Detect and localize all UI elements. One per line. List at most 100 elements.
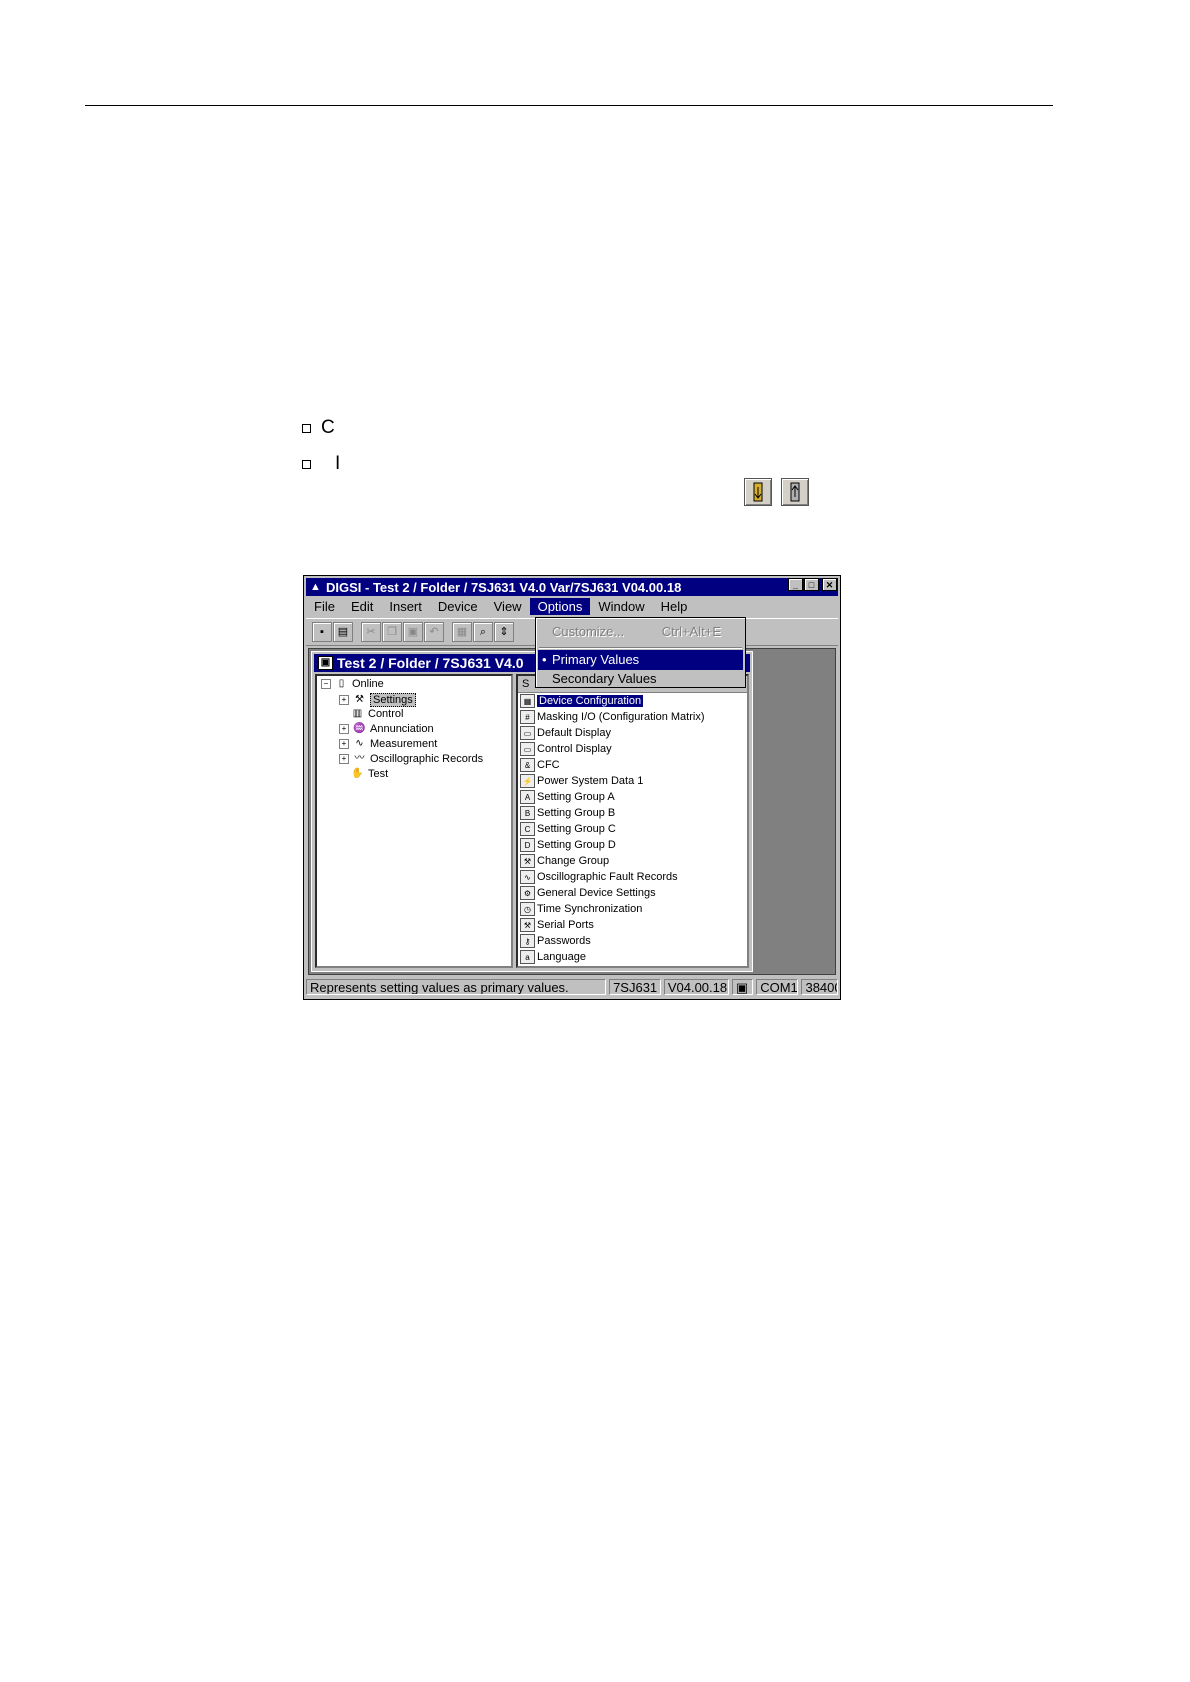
navigation-tree: − ▯ Online + ⚒ Settings ▥ Control + ♒ An… <box>315 674 513 968</box>
setting-group-a-icon: A <box>520 790 535 804</box>
control-display-icon: ▭ <box>520 742 535 756</box>
transfer-up-icon <box>781 478 809 506</box>
menu-options[interactable]: Options <box>529 598 591 615</box>
general-settings-icon: ⚙ <box>520 886 535 900</box>
device-child-window: ▣ Test 2 / Folder / 7SJ631 V4.0 − ▯ Onli… <box>311 651 753 972</box>
list-item-language[interactable]: a Language <box>520 949 586 965</box>
list-item-setting-group-c[interactable]: C Setting Group C <box>520 821 616 837</box>
bullet-item-2: I <box>302 453 340 475</box>
options-dropdown-menu: Customize... Ctrl+Alt+E • Primary Values… <box>535 617 746 688</box>
menu-item-customize[interactable]: Customize... Ctrl+Alt+E <box>538 622 743 642</box>
list-item-general-device-settings[interactable]: ⚙ General Device Settings <box>520 885 656 901</box>
settings-tool-icon: ⚒ <box>355 694 364 705</box>
status-bar: Represents setting values as primary val… <box>306 977 839 997</box>
header-rule <box>85 105 1053 106</box>
list-item-setting-group-a[interactable]: A Setting Group A <box>520 789 615 805</box>
list-item-serial-ports[interactable]: ⚒ Serial Ports <box>520 917 594 933</box>
collapse-icon[interactable]: − <box>321 679 331 689</box>
status-device: 7SJ631 <box>609 979 661 995</box>
oscillograph-icon: 〰 <box>354 753 365 764</box>
close-icon[interactable]: ✕ <box>822 578 837 591</box>
search-icon[interactable]: ⌕ <box>473 622 493 642</box>
list-item-control-display[interactable]: ▭ Control Display <box>520 741 612 757</box>
transfer-down-icon <box>744 478 772 506</box>
menu-file[interactable]: File <box>306 598 343 615</box>
expand-icon[interactable]: + <box>339 724 349 734</box>
list-item-oscillographic-fault-records[interactable]: ∿ Oscillographic Fault Records <box>520 869 678 885</box>
window-controls: _ □ ✕ <box>788 578 837 591</box>
menu-edit[interactable]: Edit <box>343 598 381 615</box>
setting-group-b-icon: B <box>520 806 535 820</box>
connection-icon: ▣ <box>731 979 754 995</box>
tree-node-oscillographic-records[interactable]: + 〰 Oscillographic Records <box>339 753 483 765</box>
transfer-icon[interactable]: ⇕ <box>494 622 514 642</box>
annunciation-icon: ♒ <box>353 723 366 734</box>
bullet-text: C <box>321 417 335 438</box>
menu-help[interactable]: Help <box>653 598 696 615</box>
print-icon[interactable]: ▤ <box>333 622 353 642</box>
cut-icon[interactable]: ✂ <box>361 622 381 642</box>
device-icon[interactable]: ▦ <box>452 622 472 642</box>
copy-icon[interactable]: ❐ <box>382 622 402 642</box>
tree-node-settings[interactable]: + ⚒ Settings <box>339 693 416 707</box>
tree-node-measurement[interactable]: + ∿ Measurement <box>339 738 437 750</box>
maximize-icon[interactable]: □ <box>804 578 819 591</box>
tree-node-annunciation[interactable]: + ♒ Annunciation <box>339 723 434 735</box>
list-item-masking-io[interactable]: # Masking I/O (Configuration Matrix) <box>520 709 705 725</box>
window-titlebar[interactable]: ▲ DIGSI - Test 2 / Folder / 7SJ631 V4.0 … <box>306 578 838 596</box>
list-item-passwords[interactable]: ⚷ Passwords <box>520 933 591 949</box>
menu-item-secondary-values[interactable]: Secondary Values <box>538 669 743 689</box>
menu-bar: File Edit Insert Device View Options Win… <box>306 597 838 616</box>
bullet-text: I <box>335 453 341 474</box>
paste-icon[interactable]: ▣ <box>403 622 423 642</box>
key-icon: ⚷ <box>520 934 535 948</box>
matrix-icon: # <box>520 710 535 724</box>
expand-icon[interactable]: + <box>339 754 349 764</box>
list-item-time-synchronization[interactable]: ◷ Time Synchronization <box>520 901 642 917</box>
measurement-icon: ∿ <box>355 738 364 749</box>
status-port: COM1 <box>756 979 799 995</box>
bullet-item-1: C <box>302 417 335 439</box>
digsi-window: ▲ DIGSI - Test 2 / Folder / 7SJ631 V4.0 … <box>303 575 841 1000</box>
status-baud: 38400 <box>801 979 839 995</box>
device-doc-icon: ▣ <box>318 656 333 670</box>
status-message: Represents setting values as primary val… <box>306 979 607 995</box>
display-icon: ▭ <box>520 726 535 740</box>
checkbox-bullet-icon <box>302 423 311 433</box>
clock-icon: ◷ <box>520 902 535 916</box>
mdi-client-area: ▣ Test 2 / Folder / 7SJ631 V4.0 − ▯ Onli… <box>308 648 836 975</box>
menu-item-primary-values[interactable]: • Primary Values <box>538 650 743 670</box>
setting-group-d-icon: D <box>520 838 535 852</box>
list-item-setting-group-b[interactable]: B Setting Group B <box>520 805 615 821</box>
save-icon[interactable]: ▪ <box>312 622 332 642</box>
language-icon: a <box>520 950 535 964</box>
cfc-icon: & <box>520 758 535 772</box>
menu-insert[interactable]: Insert <box>381 598 430 615</box>
device-configuration-icon: ▦ <box>520 694 535 708</box>
window-title: DIGSI - Test 2 / Folder / 7SJ631 V4.0 Va… <box>326 579 682 595</box>
list-item-device-configuration[interactable]: ▦ Device Configuration <box>520 693 644 709</box>
expand-icon[interactable]: + <box>339 695 349 705</box>
tree-node-online[interactable]: − ▯ Online <box>321 678 384 690</box>
menu-device[interactable]: Device <box>430 598 486 615</box>
menu-window[interactable]: Window <box>590 598 652 615</box>
expand-icon[interactable]: + <box>339 739 349 749</box>
list-item-power-system-data[interactable]: ⚡ Power System Data 1 <box>520 773 643 789</box>
list-item-cfc[interactable]: & CFC <box>520 757 560 773</box>
setting-group-c-icon: C <box>520 822 535 836</box>
serial-port-icon: ⚒ <box>520 918 535 932</box>
menu-view[interactable]: View <box>486 598 530 615</box>
device-icon: ▯ <box>338 678 345 689</box>
undo-icon[interactable]: ↶ <box>424 622 444 642</box>
list-item-change-group[interactable]: ⚒ Change Group <box>520 853 609 869</box>
status-version: V04.00.18 <box>663 979 729 995</box>
minimize-icon[interactable]: _ <box>788 578 803 591</box>
function-list: S ▦ Device Configuration # Masking I/O (Co… <box>516 674 749 968</box>
oscillograph-icon: ∿ <box>520 870 535 884</box>
list-item-default-display[interactable]: ▭ Default Display <box>520 725 611 741</box>
list-item-setting-group-d[interactable]: D Setting Group D <box>520 837 616 853</box>
radio-bullet-icon: • <box>542 652 547 667</box>
tree-node-control[interactable]: ▥ Control <box>351 708 404 720</box>
change-group-icon: ⚒ <box>520 854 535 868</box>
tree-node-test[interactable]: ✋ Test <box>351 768 388 780</box>
